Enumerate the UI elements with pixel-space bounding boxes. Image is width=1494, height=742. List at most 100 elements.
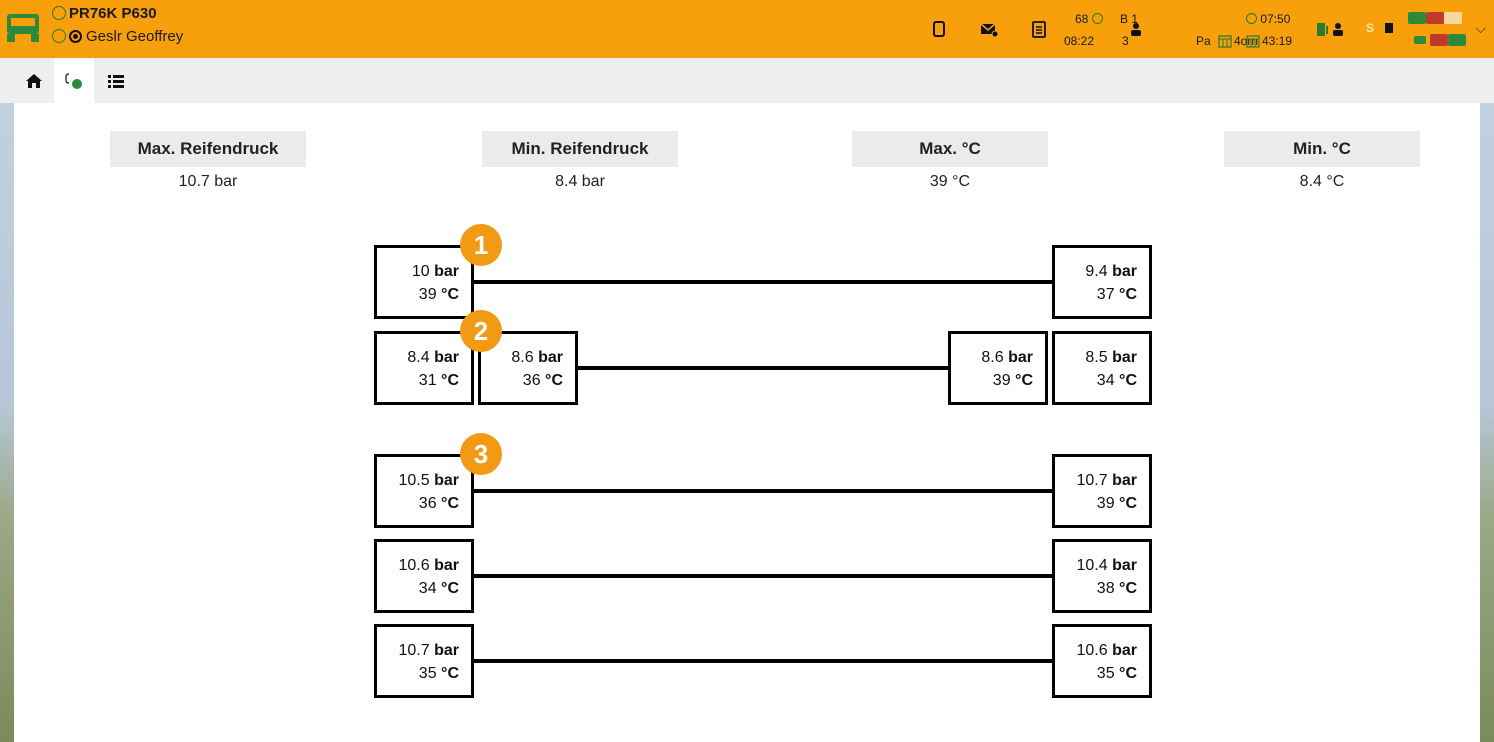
- tire-temp-reading: 34 °C: [1055, 369, 1137, 392]
- tire-pressure-reading: 10.6 bar: [1055, 639, 1138, 662]
- min-pressure-stat: Min. Reifendruck 8.4 bar: [482, 131, 678, 191]
- stat-s: S: [1366, 21, 1375, 35]
- tire-temp-value: 36: [418, 495, 442, 512]
- pressure-unit: bar: [1112, 472, 1137, 489]
- truck-icon[interactable]: [6, 10, 40, 44]
- tire-temp-reading: 31 °C: [377, 369, 459, 392]
- tire-temp-reading: 34 °C: [377, 577, 459, 600]
- temp-unit: °C: [1015, 372, 1033, 389]
- nav-tire-pressure[interactable]: [54, 58, 94, 103]
- tire-pressure-value: 8.6: [511, 349, 539, 366]
- temp-unit: °C: [1119, 495, 1137, 512]
- stat-clock: 07:50: [1246, 12, 1290, 26]
- tire-pressure-reading: 10.7 bar: [1055, 469, 1138, 492]
- tire-pressure-reading: 8.4 bar: [377, 346, 459, 369]
- stat-b-sub: 3: [1122, 34, 1129, 48]
- tire-pressure-reading: 8.6 bar: [951, 346, 1033, 369]
- tire-temp-value: 34: [1096, 372, 1120, 389]
- pressure-unit: bar: [434, 557, 459, 574]
- axle-line: [578, 366, 948, 370]
- app-window: PR76K P630 Geslr Geoffrey 68 08:22 B 1 3: [0, 0, 1494, 742]
- axle-number-badge: 3: [460, 433, 502, 475]
- pressure-unit: bar: [1112, 557, 1137, 574]
- status-square: [1414, 36, 1426, 44]
- tire-pressure-value: 10.5: [398, 472, 435, 489]
- tire-temp-value: 38: [1096, 580, 1120, 597]
- tire-pressure-panel: Max. Reifendruck 10.7 bar Min. Reifendru…: [14, 103, 1480, 742]
- tire-pressure-reading: 10.5 bar: [377, 469, 460, 492]
- tire-sensor[interactable]: 10.7 bar 35 °C: [374, 624, 474, 698]
- tablet-icon[interactable]: [930, 20, 948, 38]
- tire-pressure-reading: 10.4 bar: [1055, 554, 1138, 577]
- tire-sensor[interactable]: 8.5 bar 34 °C: [1052, 331, 1152, 405]
- tire-temp-reading: 39 °C: [951, 369, 1033, 392]
- tire-pressure-value: 10: [411, 263, 435, 280]
- temp-unit: °C: [1119, 372, 1137, 389]
- nav-bar: [0, 58, 1494, 103]
- tire-pressure-icon: [65, 72, 82, 89]
- smiley-icon: [52, 6, 66, 20]
- calendar-icon: [1218, 35, 1232, 48]
- tire-pressure-value: 10.7: [398, 642, 435, 659]
- stat-time-a: 08:22: [1064, 34, 1095, 48]
- stat-pa: Pa: [1196, 34, 1211, 48]
- vehicle-id-text: PR76K P630: [69, 5, 157, 22]
- tire-pressure-reading: 10.7 bar: [377, 639, 460, 662]
- tire-temp-reading: 36 °C: [481, 369, 563, 392]
- tire-sensor[interactable]: 8.6 bar 39 °C: [948, 331, 1048, 405]
- tire-temp-reading: 35 °C: [377, 662, 459, 685]
- tire-pressure-reading: 8.5 bar: [1055, 346, 1137, 369]
- chevron-down-icon[interactable]: ⌵: [1475, 20, 1486, 37]
- mail-icon[interactable]: [980, 20, 998, 38]
- axle-line: [474, 489, 1052, 493]
- temp-unit: °C: [441, 665, 459, 682]
- tire-sensor[interactable]: 10.6 bar 34 °C: [374, 539, 474, 613]
- temp-unit: °C: [1119, 665, 1137, 682]
- pressure-unit: bar: [1112, 642, 1137, 659]
- pressure-unit: bar: [434, 263, 459, 280]
- tire-pressure-reading: 10 bar: [377, 260, 459, 283]
- tire-sensor[interactable]: 10.5 bar 36 °C: [374, 454, 474, 528]
- tire-temp-value: 39: [1096, 495, 1120, 512]
- status-square: [1430, 34, 1448, 46]
- tire-temp-value: 34: [418, 580, 442, 597]
- tire-sensor[interactable]: 8.4 bar 31 °C: [374, 331, 474, 405]
- pressure-unit: bar: [434, 642, 459, 659]
- tire-pressure-value: 9.4: [1085, 263, 1113, 280]
- nav-home[interactable]: [14, 58, 54, 103]
- driver-name-text: Geslr Geoffrey: [86, 28, 184, 45]
- tire-sensor[interactable]: 10 bar 39 °C: [374, 245, 474, 319]
- status-square: [1408, 12, 1426, 24]
- tire-pressure-reading: 9.4 bar: [1055, 260, 1137, 283]
- gauge-icon: [1091, 13, 1103, 24]
- tire-sensor[interactable]: 10.6 bar 35 °C: [1052, 624, 1152, 698]
- stat-speed: 68: [1075, 12, 1103, 26]
- clipboard-icon[interactable]: [1030, 20, 1048, 38]
- person-icon: [1131, 23, 1141, 36]
- max-temp-label: Max. °C: [852, 131, 1048, 167]
- person-icon: [1333, 23, 1343, 36]
- tire-sensor[interactable]: 9.4 bar 37 °C: [1052, 245, 1152, 319]
- tire-temp-reading: 35 °C: [1055, 662, 1137, 685]
- card-icon: [1385, 23, 1393, 33]
- temp-unit: °C: [1119, 580, 1137, 597]
- status-square: [1426, 12, 1444, 24]
- pressure-unit: bar: [538, 349, 563, 366]
- nav-list[interactable]: [96, 58, 136, 103]
- tire-temp-value: 36: [522, 372, 546, 389]
- driver-name: Geslr Geoffrey: [52, 28, 183, 45]
- smiley-icon: [52, 29, 66, 43]
- tire-sensor[interactable]: 10.4 bar 38 °C: [1052, 539, 1152, 613]
- list-icon: [108, 74, 124, 88]
- temp-unit: °C: [441, 580, 459, 597]
- tire-pressure-reading: 10.6 bar: [377, 554, 460, 577]
- pressure-unit: bar: [1112, 349, 1137, 366]
- min-pressure-value: 8.4 bar: [555, 173, 605, 190]
- axle-line: [474, 280, 1052, 284]
- tire-sensor[interactable]: 10.7 bar 39 °C: [1052, 454, 1152, 528]
- top-bar: PR76K P630 Geslr Geoffrey 68 08:22 B 1 3: [0, 0, 1494, 58]
- tire-pressure-reading: 8.6 bar: [481, 346, 563, 369]
- status-square: [1444, 12, 1462, 24]
- temp-unit: °C: [441, 495, 459, 512]
- tire-temp-reading: 39 °C: [1055, 492, 1137, 515]
